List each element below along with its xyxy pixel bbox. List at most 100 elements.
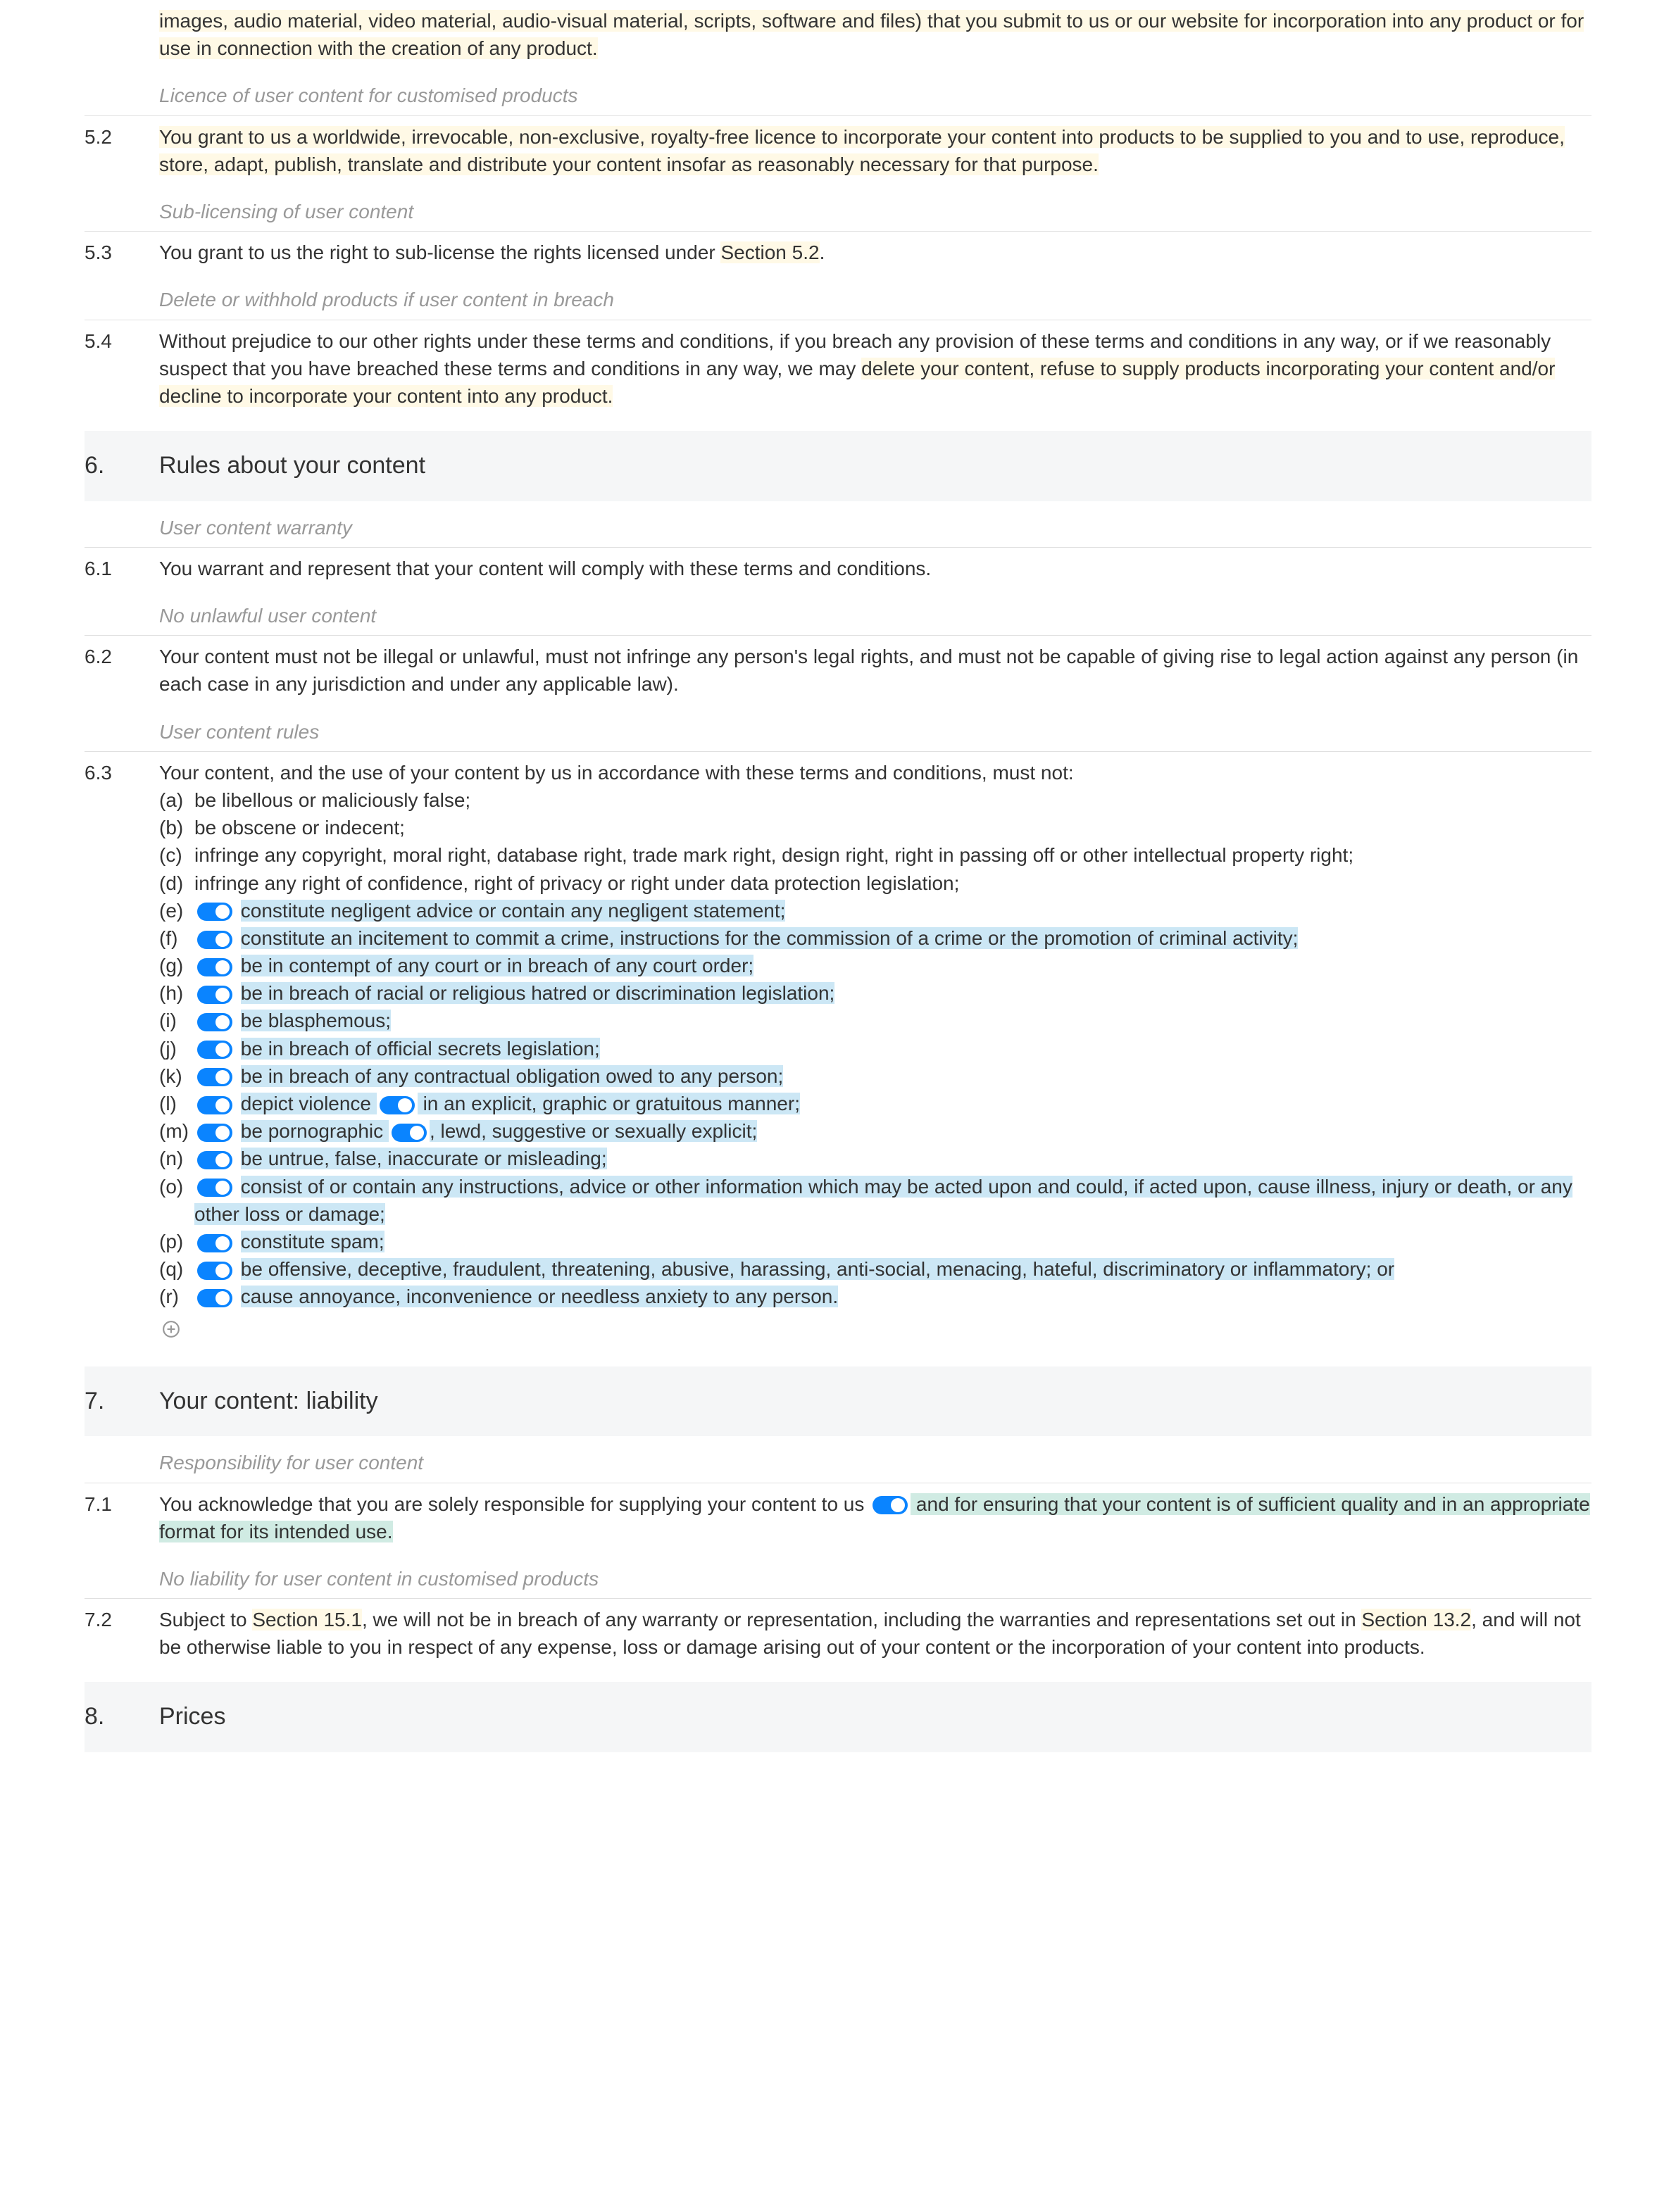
list-content: be obscene or indecent; <box>194 814 1591 841</box>
subhead-text: User content rules <box>159 718 319 746</box>
list-content: be in breach of racial or religious hatr… <box>194 979 1591 1007</box>
toggle-icon[interactable] <box>197 1289 232 1307</box>
toggle-icon[interactable] <box>197 1068 232 1086</box>
list-marker: (g) <box>159 952 194 979</box>
toggle-icon[interactable] <box>197 1124 232 1142</box>
section-ref: Section 5.2 <box>720 241 819 263</box>
subhead-7-1: Responsibility for user content <box>85 1443 1591 1483</box>
subhead-text: Sub-licensing of user content <box>159 198 413 225</box>
toggle-icon[interactable] <box>197 903 232 921</box>
list-marker: (k) <box>159 1062 194 1090</box>
toggle-icon[interactable] <box>197 1179 232 1197</box>
toggle-icon[interactable] <box>197 931 232 949</box>
toggle-icon[interactable] <box>380 1096 415 1114</box>
list-content: constitute spam; <box>194 1228 1591 1255</box>
clause-body: Your content must not be illegal or unla… <box>159 643 1591 698</box>
clause-6-2: 6.2 Your content must not be illegal or … <box>85 636 1591 705</box>
list-item-r: (r) cause annoyance, inconvenience or ne… <box>159 1283 1591 1310</box>
toggle-icon[interactable] <box>197 1041 232 1059</box>
highlighted-text: You grant to us a worldwide, irrevocable… <box>159 126 1565 175</box>
list-marker: (a) <box>159 786 194 814</box>
clause-7-2: 7.2 Subject to Section 15.1, we will not… <box>85 1599 1591 1668</box>
highlighted-text: images, audio material, video material, … <box>159 10 1584 59</box>
clause-body: Subject to Section 15.1, we will not be … <box>159 1606 1591 1661</box>
toggle-icon[interactable] <box>873 1496 908 1514</box>
section-title: Prices <box>159 1700 225 1734</box>
clause-5-3: 5.3 You grant to us the right to sub-lic… <box>85 232 1591 273</box>
list-marker: (b) <box>159 814 194 841</box>
list-content: be in breach of any contractual obligati… <box>194 1062 1591 1090</box>
highlighted-text: cause annoyance, inconvenience or needle… <box>241 1286 838 1307</box>
toggle-icon[interactable] <box>197 986 232 1004</box>
toggle-icon[interactable] <box>197 1096 232 1114</box>
section-ref: Section 13.2 <box>1361 1609 1471 1630</box>
highlighted-text: consist of or contain any instructions, … <box>194 1176 1572 1225</box>
subhead-6-2: No unlawful user content <box>85 596 1591 636</box>
list-marker: (d) <box>159 869 194 897</box>
list-marker: (m) <box>159 1117 194 1145</box>
clause-intro-text: Your content, and the use of your conten… <box>159 759 1591 786</box>
list-marker: (f) <box>159 924 194 952</box>
highlighted-text: be offensive, deceptive, fraudulent, thr… <box>241 1258 1394 1280</box>
highlighted-text: be blasphemous; <box>241 1010 391 1031</box>
list-item-j: (j) be in breach of official secrets leg… <box>159 1035 1591 1062</box>
add-item-row <box>159 1318 1591 1345</box>
toggle-icon[interactable] <box>197 958 232 976</box>
subhead-5-3: Sub-licensing of user content <box>85 192 1591 232</box>
subhead-text: User content warranty <box>159 514 352 541</box>
list-marker: (i) <box>159 1007 194 1034</box>
list-content: infringe any copyright, moral right, dat… <box>194 841 1591 869</box>
list-marker: (r) <box>159 1283 194 1310</box>
list-content: be in breach of official secrets legisla… <box>194 1035 1591 1062</box>
list-content: depict violence in an explicit, graphic … <box>194 1090 1591 1117</box>
list-content: be offensive, deceptive, fraudulent, thr… <box>194 1255 1591 1283</box>
clause-number: 6.1 <box>85 555 159 582</box>
subhead-text: Responsibility for user content <box>159 1449 423 1476</box>
list-marker: (q) <box>159 1255 194 1283</box>
add-item-icon[interactable] <box>162 1318 180 1336</box>
list-item-k: (k) be in breach of any contractual obli… <box>159 1062 1591 1090</box>
toggle-icon[interactable] <box>197 1262 232 1280</box>
clause-number: 7.1 <box>85 1490 159 1545</box>
section-title: Your content: liability <box>159 1385 378 1419</box>
highlighted-text: depict violence <box>241 1093 377 1114</box>
list-content: be libellous or maliciously false; <box>194 786 1591 814</box>
list-item-e: (e) constitute negligent advice or conta… <box>159 897 1591 924</box>
clause-body: images, audio material, video material, … <box>159 7 1591 62</box>
subhead-text: Licence of user content for customised p… <box>159 82 578 109</box>
subhead-7-2: No liability for user content in customi… <box>85 1559 1591 1599</box>
clause-6-1: 6.1 You warrant and represent that your … <box>85 548 1591 589</box>
list-item-p: (p) constitute spam; <box>159 1228 1591 1255</box>
subhead-text: No unlawful user content <box>159 602 376 629</box>
toggle-icon[interactable] <box>197 1151 232 1169</box>
list-content: infringe any right of confidence, right … <box>194 869 1591 897</box>
highlighted-text: be in breach of any contractual obligati… <box>241 1065 784 1087</box>
list-item-h: (h) be in breach of racial or religious … <box>159 979 1591 1007</box>
subhead-5-4: Delete or withhold products if user cont… <box>85 280 1591 320</box>
section-number: 7. <box>85 1385 159 1419</box>
clause-number: 6.2 <box>85 643 159 698</box>
list-item-o: (o) consist of or contain any instructio… <box>159 1173 1591 1228</box>
list-item-b: (b)be obscene or indecent; <box>159 814 1591 841</box>
highlighted-text: be pornographic <box>241 1120 389 1142</box>
list-item-g: (g) be in contempt of any court or in br… <box>159 952 1591 979</box>
highlighted-text: be in breach of racial or religious hatr… <box>241 982 835 1004</box>
subhead-5-2: Licence of user content for customised p… <box>85 76 1591 115</box>
section-title: Rules about your content <box>159 449 425 483</box>
highlighted-text: be in breach of official secrets legisla… <box>241 1038 600 1060</box>
list-item-n: (n) be untrue, false, inaccurate or misl… <box>159 1145 1591 1172</box>
toggle-icon[interactable] <box>392 1124 427 1142</box>
toggle-icon[interactable] <box>197 1234 232 1252</box>
list-marker: (n) <box>159 1145 194 1172</box>
clause-5-2: 5.2 You grant to us a worldwide, irrevoc… <box>85 116 1591 185</box>
toggle-icon[interactable] <box>197 1013 232 1031</box>
section-number: 6. <box>85 449 159 483</box>
highlighted-text: , lewd, suggestive or sexually explicit; <box>430 1120 757 1142</box>
subhead-6-1: User content warranty <box>85 508 1591 548</box>
list-marker: (c) <box>159 841 194 869</box>
list-content: be blasphemous; <box>194 1007 1591 1034</box>
list-item-l: (l) depict violence in an explicit, grap… <box>159 1090 1591 1117</box>
subhead-6-3: User content rules <box>85 712 1591 752</box>
section-6-head: 6. Rules about your content <box>85 431 1591 501</box>
clause-5-4: 5.4 Without prejudice to our other right… <box>85 320 1591 417</box>
